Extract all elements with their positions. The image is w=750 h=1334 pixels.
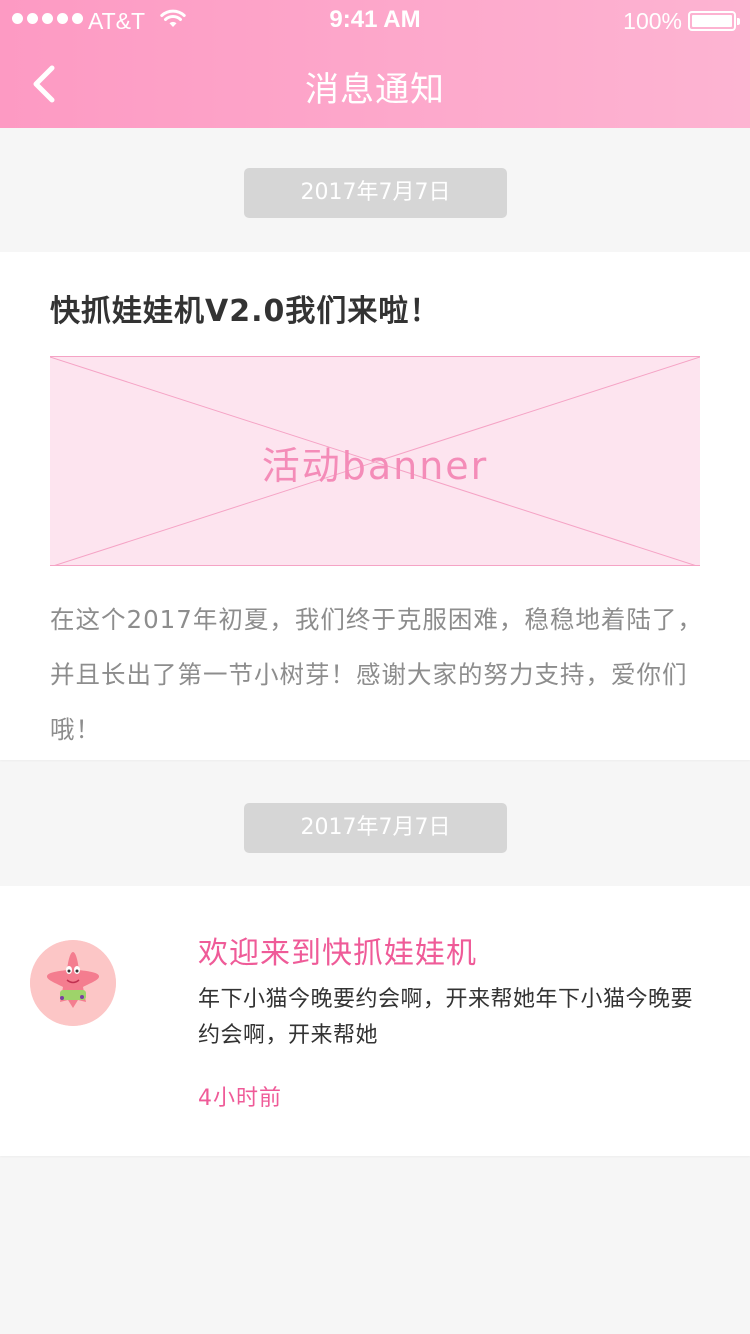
header: AT&T 9:41 AM 100% 消息通知	[0, 0, 750, 128]
banner-label: 活动banner	[261, 444, 489, 488]
announcement-title: 快抓娃娃机V2.0我们来啦！	[50, 294, 441, 329]
battery-percent: 100%	[623, 8, 682, 34]
starfish-avatar-icon	[30, 940, 116, 1026]
message-card[interactable]: 欢迎来到快抓娃娃机 年下小猫今晚要约会啊，开来帮她年下小猫今晚要约会啊，开来帮她…	[0, 886, 750, 1156]
message-title: 欢迎来到快抓娃娃机	[198, 936, 477, 971]
date-badge: 2017年7月7日	[244, 803, 507, 853]
status-bar: AT&T 9:41 AM 100%	[0, 0, 750, 40]
message-timestamp: 4小时前	[198, 1086, 282, 1111]
date-badge: 2017年7月7日	[244, 168, 507, 218]
battery-icon	[688, 11, 740, 31]
activity-banner-placeholder[interactable]: 活动banner	[50, 356, 700, 566]
page-title: 消息通知	[305, 70, 445, 110]
avatar	[30, 940, 116, 1026]
announcement-body: 在这个2017年初夏，我们终于克服困难，稳稳地着陆了，并且长出了第一节小树芽！感…	[50, 605, 703, 744]
message-body: 年下小猫今晚要约会啊，开来帮她年下小猫今晚要约会啊，开来帮她	[198, 987, 694, 1048]
announcement-card[interactable]: 快抓娃娃机V2.0我们来啦！ 活动banner 在这个2017年初夏，我们终于克…	[0, 252, 750, 760]
